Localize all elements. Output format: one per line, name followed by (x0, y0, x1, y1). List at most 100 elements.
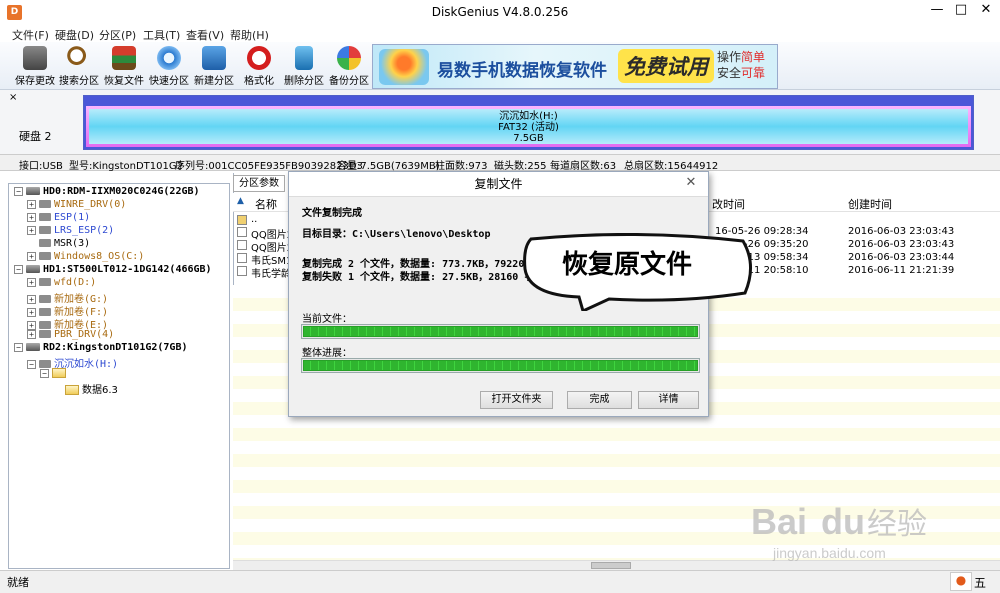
partition-icon (39, 226, 51, 234)
partition-icon (39, 213, 51, 221)
dialog-close-button[interactable]: ✕ (680, 175, 702, 191)
expand-icon[interactable]: + (27, 251, 36, 261)
tree-node[interactable]: − HD0:RDM-IIXM020C024G(22GB) (14, 186, 200, 197)
open-folder-button[interactable]: 打开文件夹 (480, 391, 553, 409)
disk-icon (157, 46, 181, 70)
baidu-watermark: Bai du 经验 jingyan.baidu.com (751, 501, 927, 561)
tree-node[interactable]: + wfd(D:) (27, 277, 96, 288)
tree-node-label: 数据6.3 (82, 385, 118, 396)
menu-partition[interactable]: 分区(P) (99, 27, 136, 43)
tree-node[interactable]: + Windows8_OS(C:) (27, 251, 144, 262)
current-file-label: 当前文件： (302, 314, 352, 325)
tree-node[interactable]: MSR(3) (27, 238, 90, 249)
ime-indicator[interactable]: 五 (974, 574, 986, 591)
menu-bar: 文件(F) 硬盘(D) 分区(P) 工具(T) 查看(V) 帮助(H) (0, 25, 1000, 42)
expand-icon[interactable]: + (27, 212, 36, 222)
hard-disk-icon (26, 187, 40, 195)
tree-node[interactable]: − RD2:KingstonDT101G2(7GB) (14, 342, 188, 353)
menu-view[interactable]: 查看(V) (186, 27, 224, 43)
svg-text:jingyan.baidu.com: jingyan.baidu.com (772, 545, 886, 561)
tree-node[interactable]: − (40, 368, 69, 379)
info-interface: 接口:USB (19, 161, 63, 172)
partition-icon (39, 308, 51, 316)
menu-help[interactable]: 帮助(H) (230, 27, 269, 43)
file-name: .. (251, 214, 258, 225)
collapse-icon[interactable]: − (14, 186, 23, 196)
file-icon (237, 266, 247, 276)
tree-node[interactable]: + ESP(1) (27, 212, 90, 223)
menu-disk[interactable]: 硬盘(D) (55, 27, 94, 43)
file-name: 韦氏学龄 (251, 269, 291, 280)
tree-node[interactable]: + WINRE_DRV(0) (27, 199, 126, 210)
floppy-icon (23, 46, 47, 70)
tree-node-label: Windows8_OS(C:) (54, 251, 145, 262)
expand-icon[interactable]: + (27, 225, 36, 235)
tree-node-label: ESP(1) (54, 212, 91, 223)
expand-icon[interactable]: + (27, 277, 36, 287)
file-created: 2016-06-03 23:03:44 (848, 252, 955, 263)
tree-node[interactable]: − HD1:ST500LT012-1DG142(466GB) (14, 264, 212, 275)
ad-banner[interactable]: 易数手机数据恢复软件 免费试用 操作简单 安全可靠 (372, 44, 778, 89)
file-icon (237, 227, 247, 237)
close-button[interactable]: ✕ (972, 0, 1000, 22)
folder-icon (65, 385, 79, 395)
collapse-icon[interactable]: − (14, 342, 23, 352)
ad-slogan: 操作简单 安全可靠 (717, 50, 766, 80)
tree-node[interactable]: + PBR_DRV(4) (27, 329, 114, 340)
tree-node-label: RD2:KingstonDT101G2(7GB) (43, 342, 188, 353)
menu-file[interactable]: 文件(F) (12, 27, 49, 43)
disk-info-bar: 接口:USB 型号:KingstonDT101G2 序列号:001CC05FE9… (0, 154, 1000, 172)
svg-text:经验: 经验 (867, 507, 927, 542)
col-name[interactable]: 名称 (255, 196, 277, 212)
maximize-button[interactable]: □ (950, 0, 972, 22)
menu-tools[interactable]: 工具(T) (143, 27, 180, 43)
partition-icon (39, 239, 51, 247)
copy-fail-line: 复制失败 1 个文件，数据量: 27.5KB，28160 字节。 (302, 272, 555, 283)
partition-icon (39, 278, 51, 286)
partition-icon (39, 360, 51, 368)
col-modified[interactable]: 改时间 (712, 196, 745, 212)
info-capacity: 容量:7.5GB(7639MB) (337, 161, 440, 172)
overall-progress (301, 358, 700, 373)
partition-icon (39, 330, 51, 338)
collapse-icon[interactable]: × (9, 92, 17, 103)
details-button[interactable]: 详情 (638, 391, 699, 409)
expand-icon[interactable]: + (27, 199, 36, 209)
partition-icon (39, 200, 51, 208)
collapse-icon[interactable]: − (27, 359, 36, 369)
file-created: 2016-06-03 23:03:43 (848, 226, 955, 237)
paw-icon[interactable]: ● (950, 572, 972, 591)
tree-node-label: PBR_DRV(4) (54, 329, 115, 340)
collapse-icon[interactable]: − (40, 368, 49, 378)
done-button[interactable]: 完成 (567, 391, 632, 409)
partition-bar[interactable]: 沉沉如水(H:) FAT32 (活动) 7.5GB (83, 95, 974, 150)
up-arrow-icon[interactable]: ▲ (237, 196, 244, 206)
tree-node-label: LRS_ESP(2) (54, 225, 115, 236)
phone-promo-icon (379, 49, 429, 85)
file-created: 2016-06-11 21:21:39 (848, 265, 955, 276)
partition-icon (39, 321, 51, 329)
scroll-thumb[interactable] (591, 562, 631, 569)
trash-icon (295, 46, 313, 70)
backup-partition-button[interactable]: 备份分区 (326, 45, 372, 87)
collapse-icon[interactable]: − (14, 264, 23, 274)
svg-text:du: du (821, 501, 865, 542)
col-created[interactable]: 创建时间 (848, 196, 892, 212)
tree-node[interactable]: + LRS_ESP(2) (27, 225, 114, 236)
hard-disk-icon (26, 265, 40, 273)
tree-node-label: MSR(3) (54, 238, 91, 249)
format-icon (247, 46, 271, 70)
annotation-text: 恢复原文件 (562, 250, 693, 280)
ad-badge: 免费试用 (618, 49, 714, 83)
expand-icon[interactable]: + (27, 329, 36, 339)
info-model: 型号:KingstonDT101G2 (69, 161, 183, 172)
minimize-button[interactable]: — (924, 0, 950, 22)
tree-node[interactable]: 数据6.3 (53, 381, 118, 396)
partition-name: 沉沉如水(H:) (499, 111, 558, 122)
tab-partition-params[interactable]: 分区参数 (233, 175, 285, 192)
file-created: 2016-06-03 23:03:43 (848, 239, 955, 250)
target-dir: 目标目录：C:\Users\lenovo\Desktop (302, 229, 491, 240)
partition-icon (39, 252, 51, 260)
backup-icon (337, 46, 361, 70)
svg-text:Bai: Bai (751, 501, 807, 542)
